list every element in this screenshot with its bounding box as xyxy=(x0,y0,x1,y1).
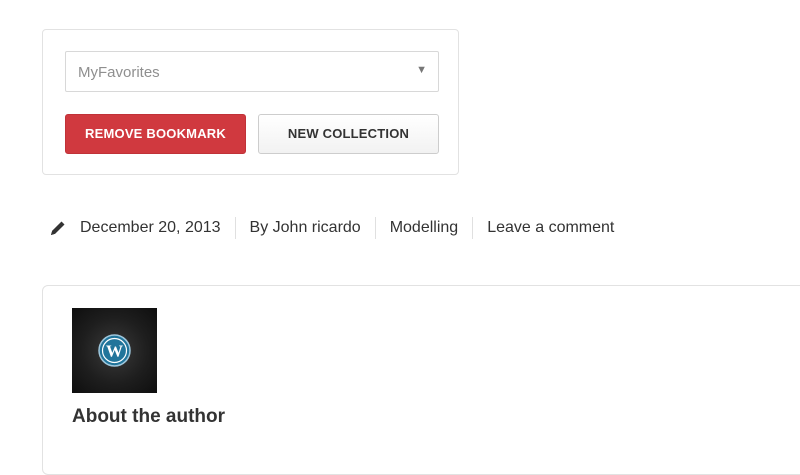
post-author[interactable]: By John ricardo xyxy=(234,217,375,239)
collection-select-value: MyFavorites xyxy=(78,64,160,81)
author-box: W About the author xyxy=(42,285,800,475)
remove-bookmark-button[interactable]: REMOVE BOOKMARK xyxy=(65,114,246,154)
chevron-down-icon: ▼ xyxy=(416,64,427,76)
leave-comment-link[interactable]: Leave a comment xyxy=(472,217,628,239)
pencil-icon xyxy=(51,221,65,235)
author-box-title: About the author xyxy=(72,406,226,427)
post-meta: December 20, 2013 By John ricardo Modell… xyxy=(49,217,628,239)
wordpress-logo-icon: W xyxy=(98,334,131,367)
collection-select[interactable]: MyFavorites ▼ xyxy=(65,51,439,92)
bookmark-panel: MyFavorites ▼ REMOVE BOOKMARK NEW COLLEC… xyxy=(42,29,459,175)
new-collection-button[interactable]: NEW COLLECTION xyxy=(258,114,439,154)
avatar: W xyxy=(72,308,157,393)
post-date[interactable]: December 20, 2013 xyxy=(80,217,235,239)
post-category[interactable]: Modelling xyxy=(374,217,472,239)
svg-text:W: W xyxy=(106,342,123,361)
